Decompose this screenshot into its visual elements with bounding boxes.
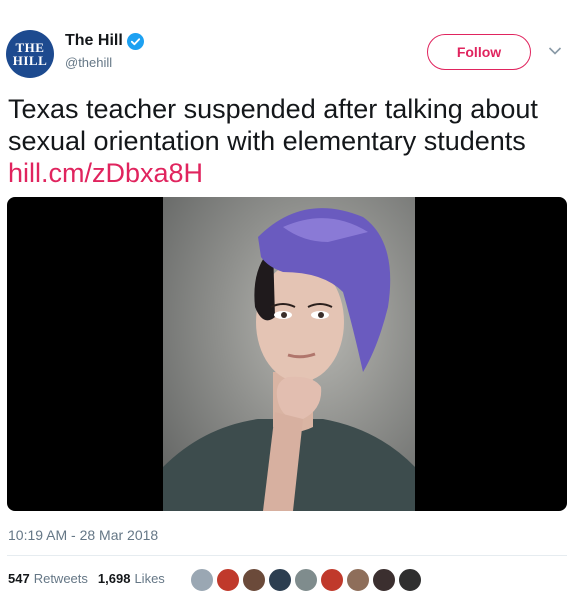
liker-avatar-6[interactable] bbox=[320, 568, 344, 592]
account-info: The Hill @thehill bbox=[65, 32, 144, 70]
likes-count: 1,698 bbox=[97, 571, 131, 586]
account-name[interactable]: The Hill bbox=[65, 32, 123, 50]
avatar-logo-line2: HILL bbox=[12, 53, 48, 68]
portrait-illustration bbox=[163, 208, 415, 511]
retweets-count: 547 bbox=[8, 571, 30, 586]
account-avatar[interactable]: THE HILL bbox=[6, 30, 54, 78]
liker-avatar-5[interactable] bbox=[294, 568, 318, 592]
tweet-timestamp[interactable]: 10:19 AM - 28 Mar 2018 bbox=[8, 527, 158, 543]
liker-avatar-3[interactable] bbox=[242, 568, 266, 592]
tweet-stats: 547 Retweets 1,698 Likes bbox=[8, 571, 175, 586]
liker-avatar-4[interactable] bbox=[268, 568, 292, 592]
tweet-link[interactable]: hill.cm/zDbxa8H bbox=[8, 157, 568, 189]
likes-stat[interactable]: 1,698 Likes bbox=[98, 571, 165, 586]
liker-avatar-9[interactable] bbox=[398, 568, 422, 592]
tweet-body: Texas teacher suspended after talking ab… bbox=[8, 93, 568, 189]
divider bbox=[7, 555, 567, 556]
retweets-label: Retweets bbox=[33, 571, 88, 586]
likes-label: Likes bbox=[134, 571, 165, 586]
account-handle[interactable]: @thehill bbox=[65, 55, 144, 70]
liker-avatar-2[interactable] bbox=[216, 568, 240, 592]
chevron-down-icon[interactable] bbox=[548, 46, 562, 56]
liker-avatar-7[interactable] bbox=[346, 568, 370, 592]
verified-badge-icon bbox=[126, 32, 144, 50]
media-photo bbox=[163, 197, 415, 511]
retweets-stat[interactable]: 547 Retweets bbox=[8, 571, 88, 586]
liker-avatars bbox=[190, 568, 424, 592]
follow-button[interactable]: Follow bbox=[427, 34, 531, 70]
tweet-media[interactable] bbox=[7, 197, 567, 511]
liker-avatar-1[interactable] bbox=[190, 568, 214, 592]
tweet-text: Texas teacher suspended after talking ab… bbox=[8, 94, 538, 156]
liker-avatar-8[interactable] bbox=[372, 568, 396, 592]
